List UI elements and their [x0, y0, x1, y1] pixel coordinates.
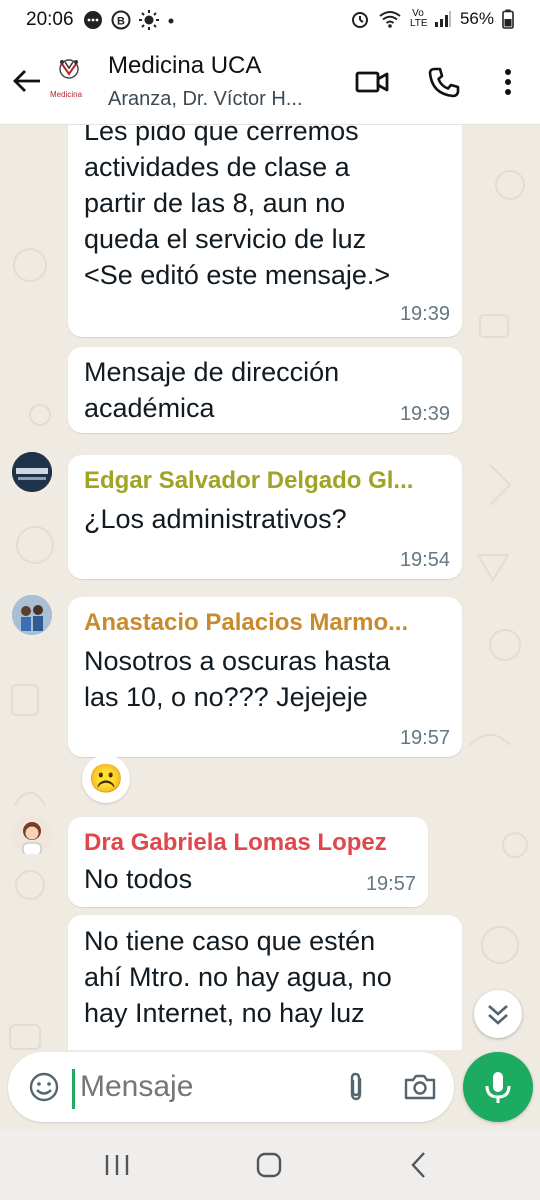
battery-percent: 56% — [459, 9, 494, 28]
chat-title[interactable]: Medicina UCA — [108, 52, 261, 80]
volte-label: Vo LTE — [409, 8, 428, 29]
chat-header: Medicina Medicina UCA Aranza, Dr. Víctor… — [0, 40, 540, 125]
sun-icon — [139, 10, 159, 30]
message-text: No todos — [84, 864, 193, 894]
sender-avatar[interactable] — [12, 452, 52, 492]
dot-icon — [168, 18, 174, 24]
message-text: Mensaje de dirección académica — [84, 357, 340, 423]
message-bubble[interactable]: No tiene caso que estén ahí Mtro. no hay… — [68, 915, 462, 1050]
emoji-icon[interactable] — [26, 1069, 62, 1105]
wifi-icon — [379, 11, 401, 28]
double-chevron-down-icon — [488, 1005, 508, 1025]
message-bubble[interactable]: Mensaje de dirección académica 19:39 — [68, 347, 462, 433]
sender-name[interactable]: Edgar Salvador Delgado Gl... — [84, 467, 444, 495]
group-avatar[interactable]: Medicina — [50, 54, 88, 102]
chat-subtitle[interactable]: Aranza, Dr. Víctor H... — [108, 88, 348, 111]
recent-apps-icon[interactable] — [100, 1150, 136, 1180]
message-time: 19:57 — [365, 873, 416, 895]
attach-icon[interactable] — [338, 1069, 374, 1105]
message-text: ¿Los administrativos? — [84, 504, 347, 534]
group-avatar-label: Medicina — [50, 90, 83, 99]
chat-area[interactable]: Les pido que cerremos actividades de cla… — [0, 125, 540, 1050]
whatsapp-notification-icon — [84, 11, 102, 29]
message-bubble[interactable]: Les pido que cerremos actividades de cla… — [68, 125, 462, 337]
video-call-icon[interactable] — [354, 64, 390, 100]
back-arrow-icon[interactable] — [10, 64, 44, 98]
phone-icon[interactable] — [426, 64, 462, 100]
text-caret — [72, 1069, 75, 1109]
alarm-icon — [351, 12, 368, 28]
voice-message-button[interactable] — [463, 1052, 533, 1122]
sender-name[interactable]: Dra Gabriela Lomas Lopez — [84, 829, 414, 857]
avatar-image — [12, 452, 52, 492]
message-text: Nosotros a oscuras hasta las 10, o no???… — [84, 646, 391, 712]
signal-icon — [434, 11, 451, 27]
sender-avatar[interactable] — [12, 815, 52, 855]
message-time: 19:39 — [399, 303, 450, 325]
message-time: 19:39 — [399, 403, 450, 425]
mic-icon — [485, 1072, 511, 1103]
message-time: 19:57 — [399, 727, 450, 749]
status-time: 20:06 — [26, 9, 74, 30]
sender-name[interactable]: Anastacio Palacios Marmo... — [84, 609, 444, 637]
home-icon[interactable] — [252, 1150, 286, 1180]
message-composer — [8, 1052, 454, 1122]
b-circle-icon: B — [111, 10, 131, 30]
nav-back-icon[interactable] — [404, 1150, 434, 1180]
camera-icon[interactable] — [402, 1069, 438, 1105]
message-text: Les pido que cerremos actividades de cla… — [84, 125, 391, 290]
message-bubble[interactable]: Anastacio Palacios Marmo... Nosotros a o… — [68, 597, 462, 757]
more-vert-icon[interactable] — [490, 64, 526, 100]
battery-icon — [502, 9, 514, 29]
message-text: No tiene caso que estén ahí Mtro. no hay… — [84, 926, 392, 1028]
avatar-image — [12, 595, 52, 635]
message-bubble[interactable]: Edgar Salvador Delgado Gl... ¿Los admini… — [68, 455, 462, 579]
status-notification-icons: B — [82, 9, 176, 31]
sender-avatar[interactable] — [12, 595, 52, 635]
avatar-image — [12, 815, 52, 855]
status-bar: 20:06 B Vo LTE 56% — [0, 0, 540, 40]
status-right-group: Vo LTE 56% — [350, 9, 514, 29]
system-nav-bar — [0, 1130, 540, 1200]
scroll-to-bottom-button[interactable] — [474, 990, 522, 1038]
reaction-emoji: ☹️ — [88, 763, 124, 794]
message-time: 19:54 — [399, 549, 450, 571]
message-bubble[interactable]: Dra Gabriela Lomas Lopez No todos 19:57 — [68, 817, 428, 907]
message-input[interactable] — [78, 1064, 332, 1110]
message-reaction[interactable]: ☹️ — [82, 755, 130, 803]
svg-text:B: B — [117, 16, 125, 28]
